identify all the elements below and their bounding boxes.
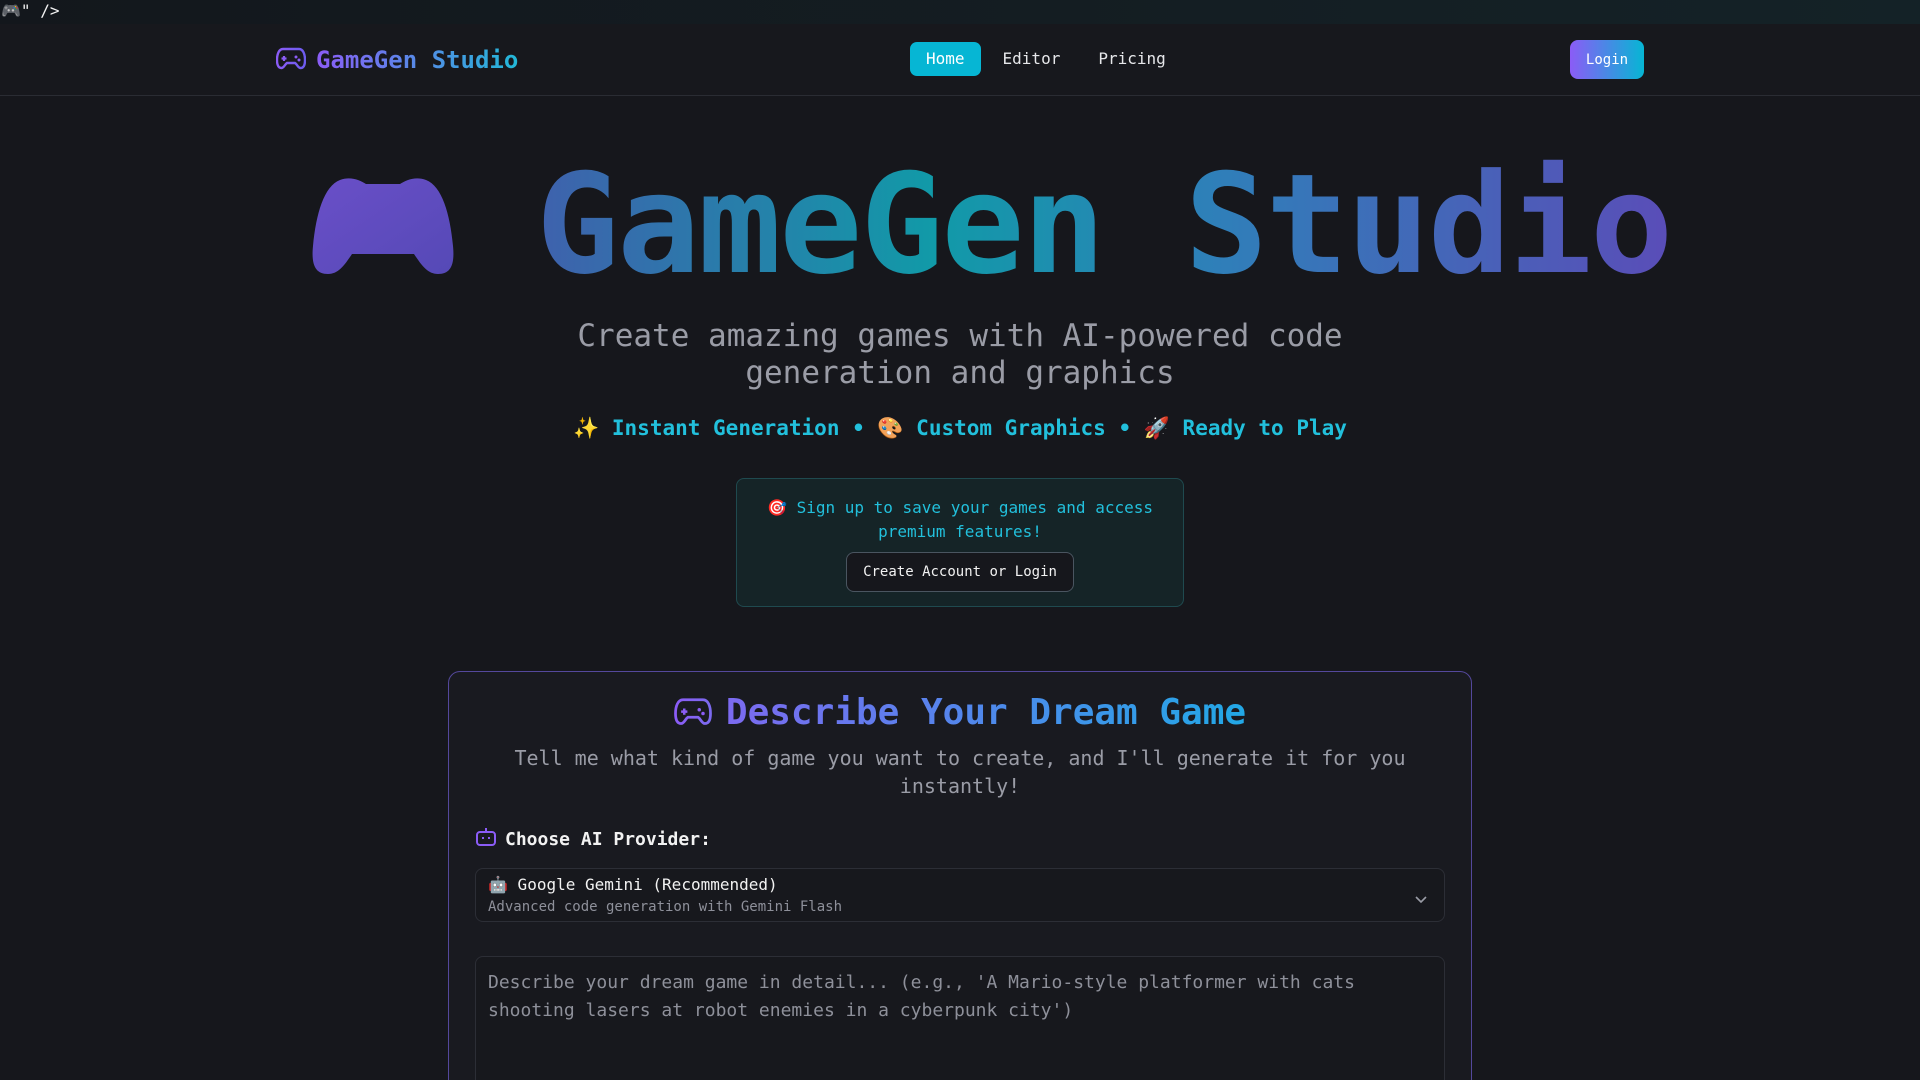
provider-selected-value: 🤖 Google Gemini (Recommended) <box>488 875 778 894</box>
card-title: Describe Your Dream Game <box>725 692 1247 733</box>
game-description-card: Describe Your Dream Game Tell me what ki… <box>448 671 1472 1080</box>
card-heading: Describe Your Dream Game <box>449 692 1471 733</box>
nav-pricing[interactable]: Pricing <box>1082 42 1181 76</box>
feature-highlights: ✨ Instant Generation • 🎨 Custom Graphics… <box>573 416 1347 440</box>
brand-logo[interactable]: GameGen Studio <box>275 44 519 76</box>
chevron-down-icon <box>1414 889 1428 908</box>
brand-name: GameGen Studio <box>316 46 519 74</box>
stray-markup-text: 🎮" /> <box>0 0 1920 24</box>
signup-banner: 🎯 Sign up to save your games and access … <box>736 478 1184 607</box>
gamepad-icon <box>674 696 712 730</box>
game-prompt-input[interactable] <box>475 956 1445 1080</box>
gamepad-emoji-icon <box>310 174 456 276</box>
main-nav: Home Editor Pricing <box>910 42 1182 76</box>
hero-title: GameGen Studio <box>536 144 1673 305</box>
create-account-button[interactable]: Create Account or Login <box>846 552 1074 592</box>
nav-home[interactable]: Home <box>910 42 981 76</box>
robot-icon <box>475 827 497 852</box>
card-description: Tell me what kind of game you want to cr… <box>514 746 1406 798</box>
hero-subtitle: Create amazing games with AI-powered cod… <box>577 318 1343 391</box>
provider-hint: Advanced code generation with Gemini Fla… <box>488 899 843 915</box>
provider-label: Choose AI Provider: <box>475 827 711 852</box>
login-button[interactable]: Login <box>1570 40 1644 79</box>
top-navbar: GameGen Studio Home Editor Pricing Login <box>0 24 1920 96</box>
signup-message: 🎯 Sign up to save your games and access … <box>767 498 1153 541</box>
hero-section: GameGen Studio <box>0 150 1920 300</box>
gamepad-icon <box>275 46 307 74</box>
provider-label-text: Choose AI Provider: <box>505 829 711 850</box>
ai-provider-select[interactable]: 🤖 Google Gemini (Recommended) Advanced c… <box>475 868 1445 922</box>
nav-editor[interactable]: Editor <box>987 42 1077 76</box>
